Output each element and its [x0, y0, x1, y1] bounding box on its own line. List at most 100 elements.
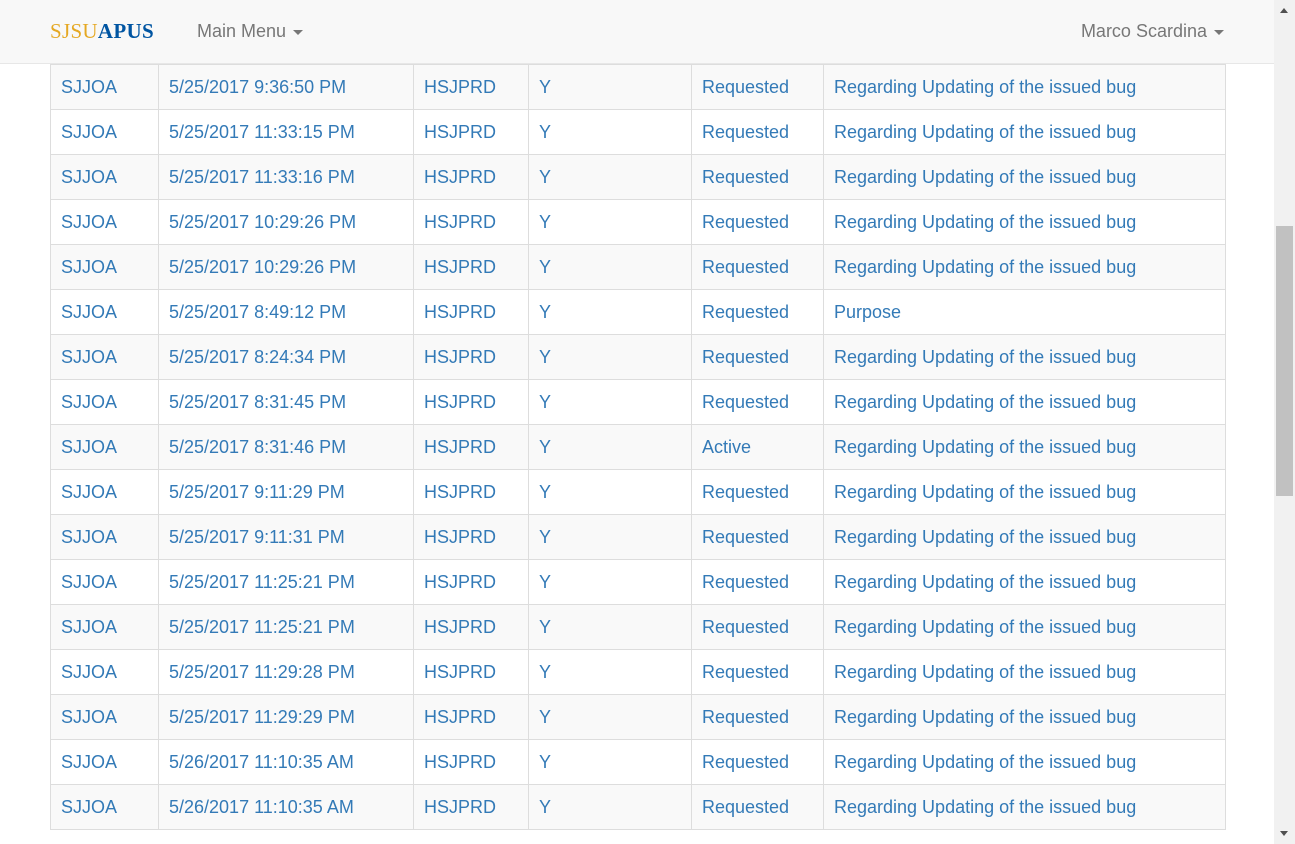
cell-subject-link[interactable]: Regarding Updating of the issued bug [823, 604, 1226, 650]
cell-status-link[interactable]: Requested [691, 694, 824, 740]
cell-date-link[interactable]: 5/25/2017 8:31:46 PM [158, 424, 414, 470]
cell-date-link[interactable]: 5/25/2017 8:31:45 PM [158, 379, 414, 425]
cell-flag-link[interactable]: Y [528, 469, 692, 515]
cell-environment-link[interactable]: HSJPRD [413, 154, 529, 200]
vertical-scrollbar[interactable] [1274, 0, 1295, 844]
scroll-up-arrow-icon[interactable] [1280, 8, 1288, 13]
cell-date-link[interactable]: 5/25/2017 11:25:21 PM [158, 559, 414, 605]
cell-app-code-link[interactable]: SJJOA [50, 424, 159, 470]
cell-date-link[interactable]: 5/25/2017 11:33:16 PM [158, 154, 414, 200]
cell-status-link[interactable]: Requested [691, 289, 824, 335]
cell-flag-link[interactable]: Y [528, 604, 692, 650]
cell-status-link[interactable]: Requested [691, 379, 824, 425]
cell-status-link[interactable]: Requested [691, 469, 824, 515]
cell-date-link[interactable]: 5/25/2017 10:29:26 PM [158, 244, 414, 290]
cell-flag-link[interactable]: Y [528, 424, 692, 470]
cell-environment-link[interactable]: HSJPRD [413, 784, 529, 830]
cell-subject-link[interactable]: Regarding Updating of the issued bug [823, 649, 1226, 695]
cell-app-code-link[interactable]: SJJOA [50, 469, 159, 515]
cell-status-link[interactable]: Requested [691, 604, 824, 650]
cell-date-link[interactable]: 5/25/2017 9:36:50 PM [158, 64, 414, 110]
cell-flag-link[interactable]: Y [528, 514, 692, 560]
cell-environment-link[interactable]: HSJPRD [413, 514, 529, 560]
cell-flag-link[interactable]: Y [528, 334, 692, 380]
cell-environment-link[interactable]: HSJPRD [413, 649, 529, 695]
cell-environment-link[interactable]: HSJPRD [413, 289, 529, 335]
cell-date-link[interactable]: 5/25/2017 11:29:28 PM [158, 649, 414, 695]
cell-date-link[interactable]: 5/26/2017 11:10:35 AM [158, 739, 414, 785]
cell-date-link[interactable]: 5/26/2017 11:10:35 AM [158, 784, 414, 830]
cell-status-link[interactable]: Requested [691, 154, 824, 200]
cell-status-link[interactable]: Active [691, 424, 824, 470]
cell-subject-link[interactable]: Regarding Updating of the issued bug [823, 379, 1226, 425]
cell-status-link[interactable]: Requested [691, 109, 824, 155]
cell-date-link[interactable]: 5/25/2017 11:29:29 PM [158, 694, 414, 740]
cell-date-link[interactable]: 5/25/2017 11:25:21 PM [158, 604, 414, 650]
cell-app-code-link[interactable]: SJJOA [50, 244, 159, 290]
cell-flag-link[interactable]: Y [528, 109, 692, 155]
cell-status-link[interactable]: Requested [691, 199, 824, 245]
cell-environment-link[interactable]: HSJPRD [413, 739, 529, 785]
cell-date-link[interactable]: 5/25/2017 8:49:12 PM [158, 289, 414, 335]
cell-flag-link[interactable]: Y [528, 784, 692, 830]
cell-app-code-link[interactable]: SJJOA [50, 199, 159, 245]
cell-status-link[interactable]: Requested [691, 649, 824, 695]
cell-flag-link[interactable]: Y [528, 649, 692, 695]
cell-subject-link[interactable]: Purpose [823, 289, 1226, 335]
cell-environment-link[interactable]: HSJPRD [413, 244, 529, 290]
cell-subject-link[interactable]: Regarding Updating of the issued bug [823, 514, 1226, 560]
cell-subject-link[interactable]: Regarding Updating of the issued bug [823, 424, 1226, 470]
cell-status-link[interactable]: Requested [691, 739, 824, 785]
sjsu-apus-logo[interactable]: SJSUAPUS [50, 19, 154, 44]
cell-environment-link[interactable]: HSJPRD [413, 334, 529, 380]
cell-status-link[interactable]: Requested [691, 244, 824, 290]
cell-flag-link[interactable]: Y [528, 154, 692, 200]
cell-date-link[interactable]: 5/25/2017 8:24:34 PM [158, 334, 414, 380]
cell-status-link[interactable]: Requested [691, 784, 824, 830]
cell-flag-link[interactable]: Y [528, 289, 692, 335]
cell-app-code-link[interactable]: SJJOA [50, 559, 159, 605]
cell-app-code-link[interactable]: SJJOA [50, 154, 159, 200]
cell-flag-link[interactable]: Y [528, 244, 692, 290]
cell-app-code-link[interactable]: SJJOA [50, 379, 159, 425]
cell-app-code-link[interactable]: SJJOA [50, 109, 159, 155]
cell-subject-link[interactable]: Regarding Updating of the issued bug [823, 469, 1226, 515]
cell-subject-link[interactable]: Regarding Updating of the issued bug [823, 64, 1226, 110]
cell-flag-link[interactable]: Y [528, 694, 692, 740]
cell-app-code-link[interactable]: SJJOA [50, 604, 159, 650]
cell-date-link[interactable]: 5/25/2017 10:29:26 PM [158, 199, 414, 245]
cell-flag-link[interactable]: Y [528, 64, 692, 110]
main-menu-dropdown[interactable]: Main Menu [197, 21, 304, 42]
cell-app-code-link[interactable]: SJJOA [50, 694, 159, 740]
cell-environment-link[interactable]: HSJPRD [413, 694, 529, 740]
cell-app-code-link[interactable]: SJJOA [50, 334, 159, 380]
cell-environment-link[interactable]: HSJPRD [413, 64, 529, 110]
cell-date-link[interactable]: 5/25/2017 11:33:15 PM [158, 109, 414, 155]
cell-subject-link[interactable]: Regarding Updating of the issued bug [823, 199, 1226, 245]
cell-status-link[interactable]: Requested [691, 334, 824, 380]
cell-subject-link[interactable]: Regarding Updating of the issued bug [823, 154, 1226, 200]
cell-environment-link[interactable]: HSJPRD [413, 604, 529, 650]
cell-environment-link[interactable]: HSJPRD [413, 109, 529, 155]
cell-app-code-link[interactable]: SJJOA [50, 289, 159, 335]
cell-flag-link[interactable]: Y [528, 199, 692, 245]
cell-subject-link[interactable]: Regarding Updating of the issued bug [823, 244, 1226, 290]
cell-environment-link[interactable]: HSJPRD [413, 379, 529, 425]
cell-app-code-link[interactable]: SJJOA [50, 739, 159, 785]
user-menu-dropdown[interactable]: Marco Scardina [1081, 21, 1224, 42]
cell-app-code-link[interactable]: SJJOA [50, 64, 159, 110]
cell-flag-link[interactable]: Y [528, 559, 692, 605]
scroll-down-arrow-icon[interactable] [1280, 831, 1288, 836]
cell-environment-link[interactable]: HSJPRD [413, 469, 529, 515]
cell-app-code-link[interactable]: SJJOA [50, 784, 159, 830]
cell-subject-link[interactable]: Regarding Updating of the issued bug [823, 559, 1226, 605]
cell-environment-link[interactable]: HSJPRD [413, 199, 529, 245]
cell-date-link[interactable]: 5/25/2017 9:11:29 PM [158, 469, 414, 515]
cell-date-link[interactable]: 5/25/2017 9:11:31 PM [158, 514, 414, 560]
cell-subject-link[interactable]: Regarding Updating of the issued bug [823, 109, 1226, 155]
cell-subject-link[interactable]: Regarding Updating of the issued bug [823, 784, 1226, 830]
cell-status-link[interactable]: Requested [691, 559, 824, 605]
cell-subject-link[interactable]: Regarding Updating of the issued bug [823, 694, 1226, 740]
cell-flag-link[interactable]: Y [528, 739, 692, 785]
cell-app-code-link[interactable]: SJJOA [50, 649, 159, 695]
